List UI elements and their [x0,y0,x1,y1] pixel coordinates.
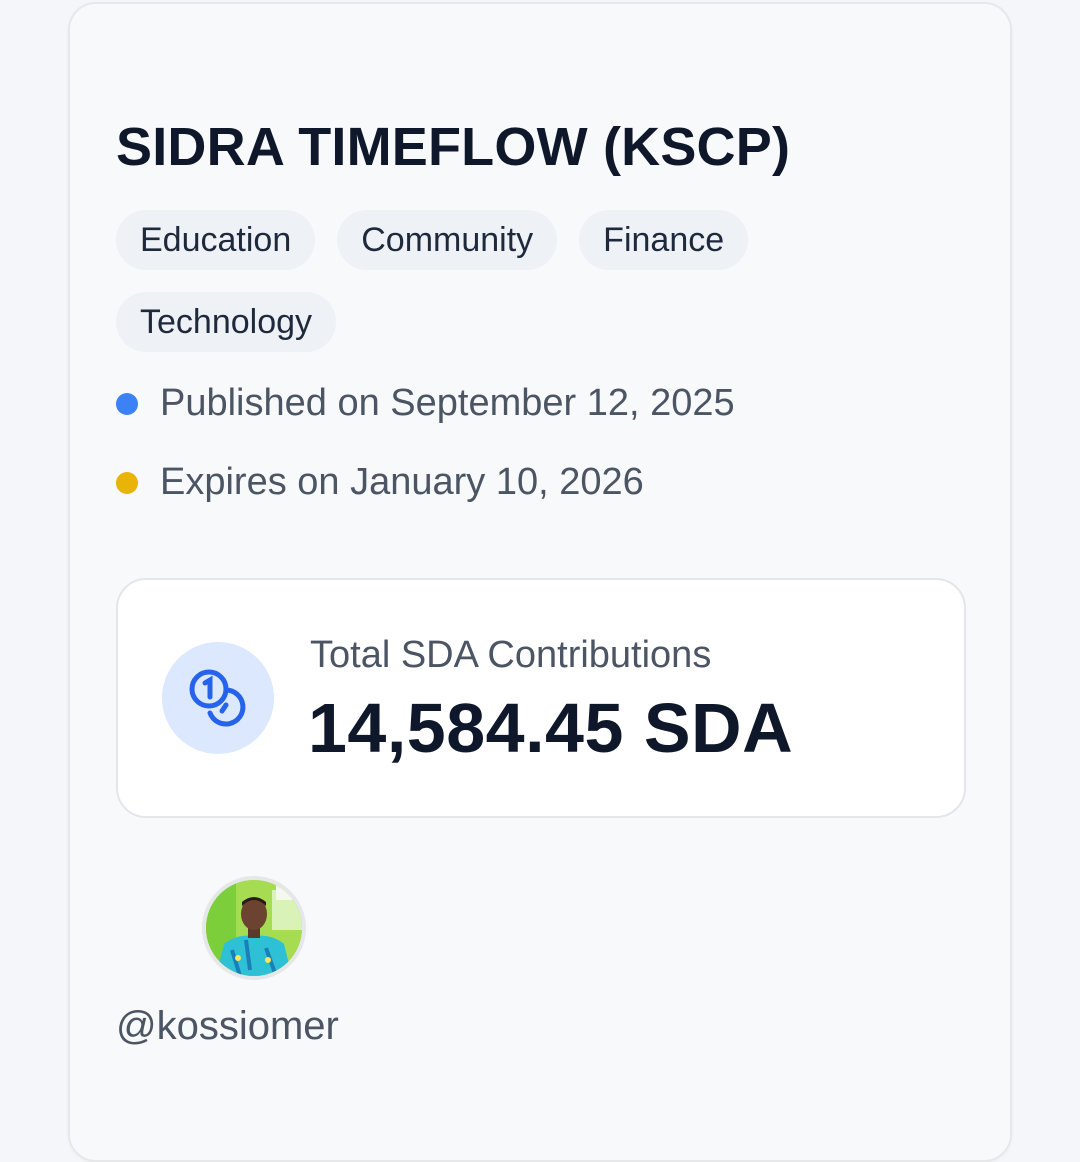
expires-date-row: Expires on January 10, 2026 [116,461,644,504]
coins-icon [162,642,274,754]
tag-education[interactable]: Education [116,210,316,270]
tag-finance[interactable]: Finance [579,210,749,270]
expires-status-dot [116,471,138,494]
contributions-label: Total SDA Contributions [310,634,712,676]
published-status-dot [116,392,138,415]
contributions-value: 14,584.45 SDA [308,689,794,767]
project-title: SIDRA TIMEFLOW (KSCP) [116,117,791,177]
expires-date-text: Expires on January 10, 2026 [160,461,644,503]
published-date-text: Published on September 12, 2025 [160,382,735,424]
tag-list: Education Community Finance Technology [116,210,836,352]
creator-username[interactable]: @kossiomer [116,1004,339,1049]
tag-community[interactable]: Community [337,210,558,270]
creator-avatar[interactable] [202,876,306,980]
project-card: SIDRA TIMEFLOW (KSCP) Education Communit… [68,2,1012,1162]
contributions-panel: Total SDA Contributions 14,584.45 SDA [116,578,966,818]
tag-technology[interactable]: Technology [116,292,337,352]
published-date-row: Published on September 12, 2025 [116,382,735,425]
